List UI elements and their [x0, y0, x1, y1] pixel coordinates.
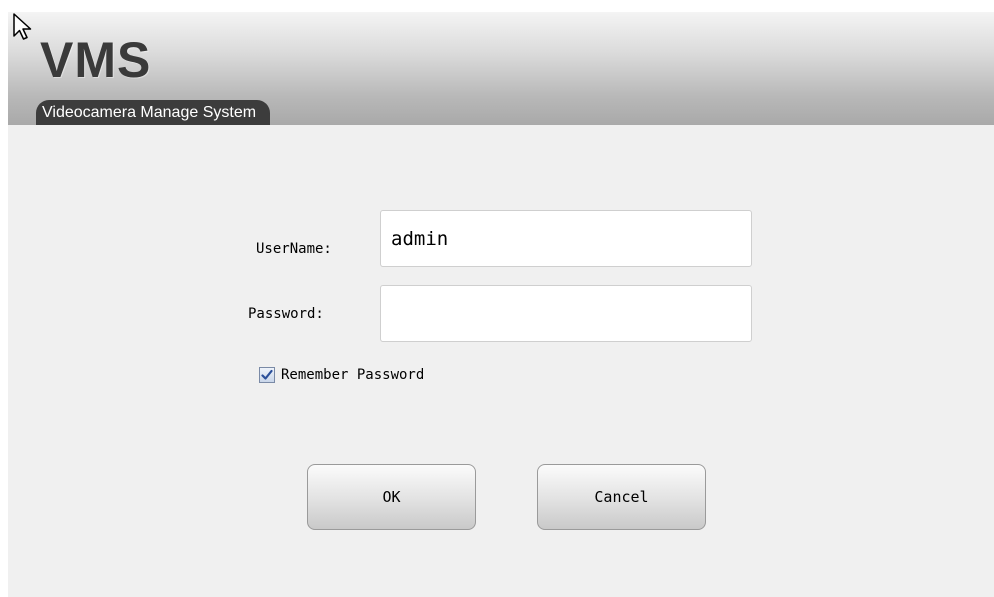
header-banner: VMS Videocamera Manage System — [8, 12, 994, 125]
password-label: Password: — [248, 306, 324, 322]
username-input[interactable] — [380, 210, 752, 267]
login-dialog: VMS Videocamera Manage System UserName: … — [8, 12, 994, 597]
remember-password-checkbox[interactable] — [259, 367, 275, 383]
subtitle-badge: Videocamera Manage System — [36, 100, 271, 125]
username-label: UserName: — [256, 241, 332, 257]
remember-password-row[interactable]: Remember Password — [259, 367, 424, 383]
ok-button[interactable]: OK — [307, 464, 476, 530]
cancel-button[interactable]: Cancel — [537, 464, 706, 530]
remember-password-label: Remember Password — [281, 367, 425, 383]
logo-text: VMS — [40, 32, 152, 88]
password-input[interactable] — [380, 285, 752, 342]
mouse-pointer-icon — [13, 13, 32, 40]
checkmark-icon — [261, 369, 273, 380]
